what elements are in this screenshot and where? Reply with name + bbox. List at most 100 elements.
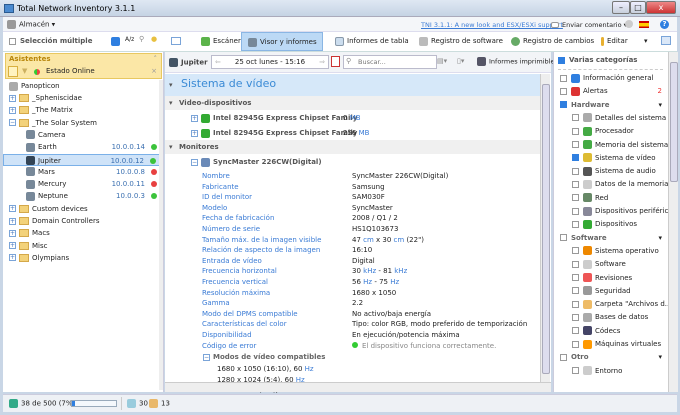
category-item[interactable]: Software ▾	[554, 232, 668, 245]
category-item[interactable]: Red	[554, 192, 668, 205]
printable-reports-button[interactable]: Informes imprimibles	[477, 57, 558, 66]
tab-registro-software[interactable]: Registro de software	[413, 32, 509, 51]
tree-item[interactable]: Neptune 10.0.0.3	[3, 190, 163, 202]
checkbox[interactable]	[572, 287, 579, 295]
help-icon[interactable]: ?	[660, 20, 669, 29]
scroll-thumb[interactable]	[670, 62, 678, 182]
copy-menu-icon[interactable]: ▤▾	[437, 57, 447, 65]
expand-toggle[interactable]: +	[9, 205, 16, 213]
collapse-toggle[interactable]: −	[191, 158, 198, 166]
storage-menu[interactable]: Almacén ▾	[7, 20, 55, 29]
checkbox[interactable]	[572, 207, 579, 215]
checkbox[interactable]	[560, 101, 567, 109]
category-item[interactable]: Información general	[554, 72, 668, 85]
checkbox[interactable]	[572, 274, 579, 281]
collapse-icon[interactable]: ▾	[169, 81, 173, 89]
tree-item[interactable]: − _The Solar System	[3, 117, 163, 129]
tab-registro-cambios[interactable]: Registro de cambios	[505, 32, 600, 51]
section-header[interactable]: ▾ Monitores	[165, 140, 540, 154]
category-item[interactable]: Sistema de vídeo	[554, 152, 668, 165]
video-modes-header[interactable]: − Modos de vídeo compatibles	[203, 352, 325, 362]
checkbox[interactable]	[572, 313, 579, 321]
search-icon[interactable]: ⚲	[139, 35, 144, 43]
collapse-toggle[interactable]: −	[203, 353, 210, 361]
news-link[interactable]: TNI 3.1.1: A new look and ESX/ESXi suppo…	[421, 21, 563, 29]
tree-item[interactable]: Mercury 10.0.0.11	[3, 178, 163, 190]
checkbox[interactable]	[558, 56, 565, 64]
checkbox[interactable]	[560, 74, 567, 82]
tree-item[interactable]: + Custom devices	[3, 203, 163, 215]
language-flag-icon[interactable]	[639, 21, 649, 28]
category-item[interactable]: Seguridad	[554, 285, 668, 298]
collapse-icon[interactable]: ▾	[169, 140, 173, 154]
category-item[interactable]: Revisiones	[554, 272, 668, 285]
expand-toggle[interactable]: +	[9, 229, 16, 237]
expand-toggle[interactable]: +	[9, 242, 16, 250]
tab-escaner[interactable]: Escáner	[195, 32, 247, 51]
checkbox[interactable]	[572, 194, 579, 202]
category-item[interactable]: Detalles del sistema	[554, 112, 668, 125]
categories-scrollbar[interactable]	[668, 52, 678, 392]
checkbox[interactable]	[9, 37, 16, 45]
collapse-icon[interactable]: ▾	[169, 96, 173, 110]
expand-toggle[interactable]: +	[191, 129, 198, 137]
settings-icon[interactable]	[625, 20, 633, 28]
category-item[interactable]: Sistema operativo	[554, 245, 668, 258]
checkbox[interactable]	[572, 367, 579, 375]
category-item[interactable]: Software	[554, 258, 668, 271]
search-input[interactable]	[343, 55, 437, 69]
minimize-button[interactable]: –	[612, 1, 630, 14]
layout-icon[interactable]	[661, 36, 671, 45]
category-item[interactable]: Códecs	[554, 325, 668, 338]
group-collapse-icon[interactable]: ▾	[658, 99, 662, 112]
export-menu-icon[interactable]: ▯▾	[457, 57, 464, 65]
close-button[interactable]: x	[646, 1, 676, 14]
checkbox[interactable]	[572, 154, 579, 162]
expand-toggle[interactable]: +	[9, 94, 16, 102]
prev-arrow-icon[interactable]: ⇐	[215, 56, 221, 68]
funnel-icon[interactable]: ▼	[22, 67, 27, 75]
checkbox[interactable]	[572, 167, 579, 175]
video-adapter[interactable]: + Intel 82945G Express Chipset Family 256 …	[191, 128, 369, 138]
tree-item[interactable]: Earth 10.0.0.14	[3, 141, 163, 153]
category-item[interactable]: Procesador	[554, 125, 668, 138]
category-item[interactable]: Sistema de audio	[554, 165, 668, 178]
category-item[interactable]: Dispositivos	[554, 218, 668, 231]
checkbox[interactable]	[572, 327, 579, 335]
report-scrollbar[interactable]	[540, 74, 550, 382]
expand-toggle[interactable]: +	[9, 254, 16, 262]
scroll-thumb[interactable]	[542, 84, 550, 374]
tree-item[interactable]: + _The Matrix	[3, 104, 163, 116]
checkbox[interactable]	[572, 141, 579, 148]
checkbox[interactable]	[572, 300, 579, 308]
multi-select-checkbox[interactable]: Selección múltiple	[9, 37, 92, 45]
next-arrow-icon[interactable]: ⇒	[319, 56, 325, 68]
maximize-button[interactable]: □	[630, 1, 646, 14]
checkbox[interactable]	[560, 87, 567, 95]
calendar-icon[interactable]	[331, 56, 340, 67]
scanner-view-icon[interactable]	[171, 37, 181, 45]
video-adapter[interactable]: + Intel 82945G Express Chipset Family 0 MB	[191, 113, 361, 123]
category-item[interactable]: Máquinas virtuales	[554, 338, 668, 351]
expand-toggle[interactable]: −	[9, 119, 16, 127]
tree-scrollbar[interactable]	[159, 80, 163, 390]
expand-toggle[interactable]: +	[9, 106, 16, 114]
tree-item[interactable]: + Domain Controllers	[3, 215, 163, 227]
collapse-button[interactable]: ˄	[154, 55, 158, 63]
group-collapse-icon[interactable]: ▾	[658, 351, 662, 364]
multi-categories-toggle[interactable]: Varias categorías	[558, 56, 637, 64]
checkbox[interactable]	[572, 220, 579, 228]
checkbox[interactable]	[572, 247, 579, 255]
monitor-item[interactable]: − SyncMaster 226CW(Digital)	[191, 157, 322, 167]
category-item[interactable]: Alertas 2	[554, 85, 668, 98]
bulb-filter-icon[interactable]	[8, 66, 18, 77]
tree-item[interactable]: + Olympians	[3, 252, 163, 264]
bulb-icon[interactable]: ●	[151, 35, 157, 43]
tab-editar[interactable]: Editar ▾	[595, 32, 653, 51]
tree-item[interactable]: Jupiter 10.0.0.12	[3, 153, 163, 166]
remove-filter-button[interactable]: ×	[151, 67, 157, 75]
checkbox[interactable]	[572, 260, 579, 268]
checkbox[interactable]	[560, 353, 567, 361]
tree-item[interactable]: + Macs	[3, 227, 163, 239]
tree-item[interactable]: + _Spheniscidae	[3, 92, 163, 104]
